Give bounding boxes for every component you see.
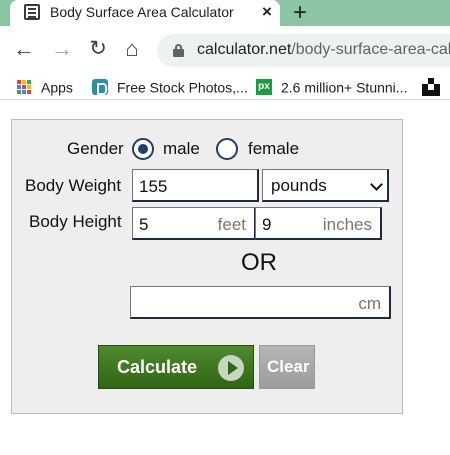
body-weight-label: Body Weight	[25, 176, 122, 195]
play-arrow-icon	[218, 355, 244, 381]
calculate-button-label: Calculate	[117, 357, 198, 377]
body-height-label: Body Height	[29, 212, 122, 231]
gender-male-radio[interactable]	[132, 138, 154, 160]
bookmark-free-stock-photos[interactable]: Free Stock Photos,...	[92, 78, 248, 96]
height-cm-unit: cm	[358, 294, 381, 313]
chevron-down-icon	[370, 178, 383, 191]
url-domain: calculator.net	[197, 41, 292, 58]
free-stock-photos-icon	[92, 79, 108, 96]
bookmark-extension[interactable]	[422, 78, 449, 97]
bookmarks-bar: Apps Free Stock Photos,... px 2.6 million…	[0, 74, 450, 100]
browser-toolbar: ← → ↻ ⌂ calculator.net/body-surface-area…	[0, 26, 450, 74]
height-inches-input[interactable]: 9 inches	[255, 207, 382, 240]
or-separator: OR	[241, 249, 277, 276]
clear-button-label: Clear	[267, 357, 310, 376]
apps-grid-icon	[16, 79, 32, 95]
gender-female-label[interactable]: female	[248, 139, 299, 159]
bookmark-pixabay[interactable]: px 2.6 million+ Stunni...	[256, 78, 407, 96]
height-feet-unit: feet	[217, 215, 246, 234]
height-cm-input[interactable]: cm	[130, 286, 391, 319]
body-weight-input[interactable]: 155	[132, 169, 259, 202]
pixabay-icon: px	[256, 79, 272, 96]
height-feet-input[interactable]: 5 feet	[132, 207, 256, 240]
clear-button[interactable]: Clear	[259, 345, 315, 389]
url-text[interactable]: calculator.net/body-surface-area-calc	[197, 41, 450, 59]
bookmark-label: Apps	[41, 79, 73, 96]
weight-unit-select[interactable]: pounds	[262, 169, 389, 202]
home-icon[interactable]: ⌂	[120, 37, 144, 61]
bsa-calculator-form: Gender male female Body Weight 155 pound…	[11, 119, 403, 414]
tab-body-surface-area[interactable]: Body Surface Area Calculator ×	[10, 0, 280, 26]
gender-male-label[interactable]: male	[163, 139, 200, 159]
tab-strip: Body Surface Area Calculator × +	[0, 0, 450, 26]
calculator-favicon-icon	[24, 4, 40, 20]
gender-label: Gender	[67, 139, 124, 158]
height-feet-value: 5	[139, 215, 149, 234]
lock-icon[interactable]	[173, 44, 184, 57]
bookmark-label: 2.6 million+ Stunni...	[281, 79, 408, 96]
height-inches-unit: inches	[322, 215, 372, 234]
extension-icon	[422, 78, 440, 97]
address-bar[interactable]: calculator.net/body-surface-area-calc	[157, 34, 450, 67]
weight-unit-value: pounds	[271, 176, 327, 195]
bookmark-label: Free Stock Photos,...	[117, 79, 248, 96]
tab-title: Body Surface Area Calculator	[50, 4, 234, 20]
gender-female-radio[interactable]	[216, 138, 238, 160]
height-inches-value: 9	[262, 215, 272, 234]
calculate-button[interactable]: Calculate	[98, 345, 254, 389]
body-weight-value: 155	[139, 177, 168, 196]
bookmark-apps[interactable]: Apps	[16, 78, 73, 96]
url-path: /body-surface-area-calc	[291, 41, 450, 58]
new-tab-button[interactable]: +	[293, 0, 307, 27]
close-tab-icon[interactable]: ×	[262, 2, 272, 22]
reload-icon[interactable]: ↻	[86, 37, 110, 61]
forward-arrow-icon[interactable]: →	[50, 37, 74, 61]
back-arrow-icon[interactable]: ←	[12, 37, 36, 61]
